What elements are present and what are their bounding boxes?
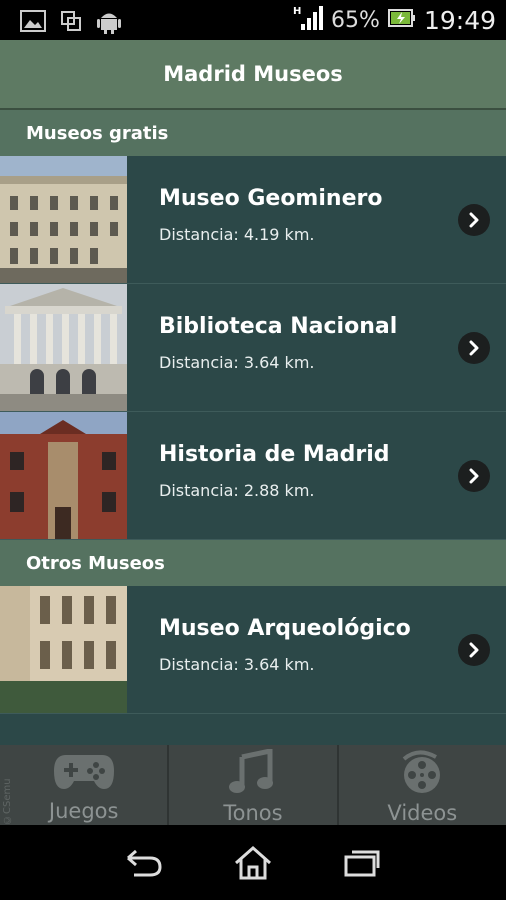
tab-juegos[interactable]: Juegos xyxy=(0,745,170,825)
museum-distance: Distancia: 2.88 km. xyxy=(159,481,315,500)
museum-thumbnail xyxy=(0,586,127,713)
list-item[interactable]: Museo Geominero Distancia: 4.19 km. xyxy=(0,156,506,284)
copy-icon xyxy=(60,10,82,36)
clock: 19:49 xyxy=(423,5,496,35)
system-nav-bar xyxy=(0,825,506,900)
museum-name: Museo Geominero xyxy=(159,186,383,211)
home-icon[interactable] xyxy=(228,843,278,883)
museum-thumbnail xyxy=(0,156,127,283)
tab-bar: ©CSemu Juegos Tonos Videos xyxy=(0,745,506,825)
museum-thumbnail xyxy=(0,412,127,539)
android-icon xyxy=(96,7,122,39)
app-header: Madrid Museos xyxy=(0,40,506,110)
back-icon[interactable] xyxy=(119,843,169,883)
music-note-icon xyxy=(228,747,278,799)
museum-thumbnail xyxy=(0,284,127,411)
tab-label: Videos xyxy=(387,801,458,825)
tab-label: Tonos xyxy=(223,801,283,825)
notification-icons xyxy=(20,7,122,39)
museum-distance: Distancia: 4.19 km. xyxy=(159,225,315,244)
list-item[interactable]: Museo Arqueológico Distancia: 3.64 km. xyxy=(0,586,506,714)
tab-videos[interactable]: Videos xyxy=(339,745,506,825)
gamepad-icon xyxy=(52,749,116,797)
network-type: H xyxy=(293,6,301,17)
museum-distance: Distancia: 3.64 km. xyxy=(159,353,315,372)
chevron-right-icon[interactable] xyxy=(458,634,490,666)
signal-icon: H xyxy=(293,4,324,36)
status-bar: H 65% 19:49 xyxy=(0,0,506,40)
status-right: H 65% 19:49 xyxy=(293,4,496,36)
museum-list[interactable]: Museos gratis Museo Geominero Distancia:… xyxy=(0,110,506,745)
battery-charging-icon xyxy=(387,8,416,32)
chevron-right-icon[interactable] xyxy=(458,332,490,364)
film-reel-icon xyxy=(398,749,446,799)
chevron-right-icon[interactable] xyxy=(458,204,490,236)
museum-name: Historia de Madrid xyxy=(159,442,390,467)
list-item[interactable]: Biblioteca Nacional Distancia: 3.64 km. xyxy=(0,284,506,412)
page-title: Madrid Museos xyxy=(163,62,343,86)
museum-distance: Distancia: 3.64 km. xyxy=(159,655,315,674)
museum-name: Museo Arqueológico xyxy=(159,616,411,641)
tab-tonos[interactable]: Tonos xyxy=(169,745,339,825)
battery-percent: 65% xyxy=(331,7,380,33)
recents-icon[interactable] xyxy=(337,843,387,883)
image-icon xyxy=(20,9,46,37)
chevron-right-icon[interactable] xyxy=(458,460,490,492)
tab-label: Juegos xyxy=(48,799,119,823)
list-item[interactable]: Historia de Madrid Distancia: 2.88 km. xyxy=(0,412,506,540)
section-header-museos-gratis: Museos gratis xyxy=(0,110,506,156)
museum-name: Biblioteca Nacional xyxy=(159,314,398,339)
section-header-otros-museos: Otros Museos xyxy=(0,540,506,586)
